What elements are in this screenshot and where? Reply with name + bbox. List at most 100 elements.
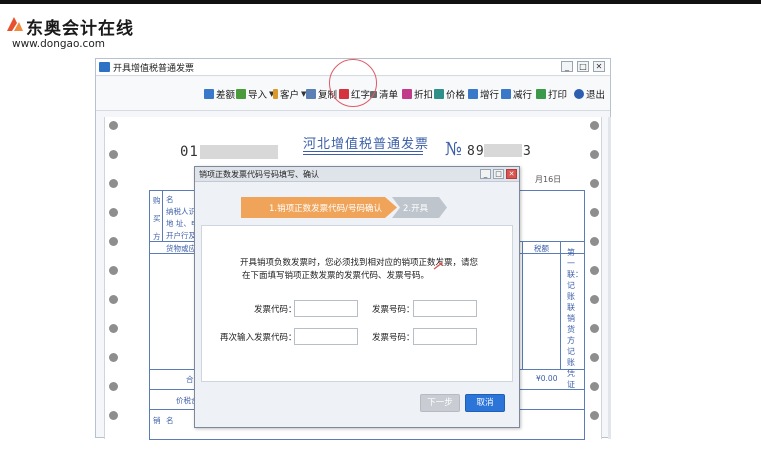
toolbar-label: 打印 <box>548 90 568 101</box>
price-icon <box>434 89 444 99</box>
exit-icon <box>574 89 584 99</box>
sprocket-hole <box>109 295 118 304</box>
toolbar-diff-button[interactable]: 差额 <box>204 85 235 103</box>
sprocket-hole <box>109 382 118 391</box>
sprocket-hole <box>590 237 599 246</box>
add-row-icon <box>468 89 478 99</box>
invoice-number-suffix: 3 <box>523 144 532 159</box>
toolbar-label: 差额 <box>216 90 236 101</box>
sprocket-hole <box>590 179 599 188</box>
title-underline <box>303 154 423 155</box>
invoice-number-input[interactable] <box>413 300 477 317</box>
title-underline <box>303 151 423 152</box>
sprocket-hole <box>109 353 118 362</box>
copy-side-note: 第一联：记账联 销货方记账凭证 <box>567 248 583 389</box>
sprocket-hole <box>590 266 599 275</box>
toolbar-label: 清单 <box>379 90 399 101</box>
dialog-minimize-button[interactable]: _ <box>480 169 491 179</box>
confirm-positive-invoice-dialog: 销项正数发票代码号码填写、确认 _ □ ✕ 1.销项正数发票代码/号码确认 2.… <box>194 166 520 428</box>
toolbar-label: 减行 <box>513 90 533 101</box>
form-divider <box>162 191 163 241</box>
app-icon <box>99 62 110 72</box>
sprocket-hole <box>109 179 118 188</box>
toolbar-label: 价格 <box>446 90 466 101</box>
invoice-code-input[interactable] <box>294 300 358 317</box>
toolbar-customer-button[interactable]: 客户 ▼ <box>273 85 306 103</box>
dialog-content-panel: 开具销项负数发票时，您必须找到相对应的销项正数发票，请您 在下面填写销项正数发票… <box>201 225 513 382</box>
toolbar-label: 折扣 <box>414 90 434 101</box>
seller-field-name: 名 <box>166 416 174 425</box>
dialog-maximize-button[interactable]: □ <box>493 169 504 179</box>
invoice-number-confirm-input[interactable] <box>413 328 477 345</box>
import-icon <box>236 89 246 99</box>
buyer-field-name: 名 <box>166 195 174 204</box>
sprocket-hole <box>109 266 118 275</box>
sprocket-hole <box>109 150 118 159</box>
toolbar-price-button[interactable]: 价格 <box>434 85 465 103</box>
sprocket-hole <box>590 382 599 391</box>
buyer-field-taxid: 纳税人识 <box>166 207 196 216</box>
invoice-code: 01 <box>180 144 199 160</box>
highlight-circle-annotation <box>329 59 377 107</box>
buyer-label: 购 <box>153 196 161 205</box>
brand-name: 东奥会计在线 <box>26 19 134 39</box>
toolbar-label: 退出 <box>586 90 606 101</box>
next-step-button[interactable]: 下一步 <box>420 394 460 412</box>
step-1-label: 1.销项正数发票代码/号码确认 <box>269 204 382 214</box>
seller-label: 销 <box>153 416 161 425</box>
total-label: 合 <box>186 375 194 384</box>
dongao-logo-icon <box>7 17 23 31</box>
copy-icon <box>306 89 316 99</box>
sprocket-hole <box>590 208 599 217</box>
dialog-close-button[interactable]: ✕ <box>506 169 517 179</box>
sprocket-hole <box>109 411 118 420</box>
sprocket-hole <box>590 121 599 130</box>
invoice-code-confirm-input[interactable] <box>294 328 358 345</box>
redacted-invoice-number <box>484 144 522 157</box>
cursor-arrow-icon <box>433 262 443 270</box>
sprocket-hole <box>590 353 599 362</box>
close-button[interactable]: ✕ <box>593 61 605 72</box>
maximize-button[interactable]: □ <box>577 61 589 72</box>
brand: 东奥会计在线 www.dongao.com <box>4 8 133 52</box>
invoice-code-confirm-label: 再次输入发票代码： <box>220 333 297 343</box>
toolbar-exit-button[interactable]: 退出 <box>574 85 605 103</box>
toolbar-label: 客户 <box>280 90 300 101</box>
toolbar-discount-button[interactable]: 折扣 <box>402 85 433 103</box>
print-icon <box>536 89 546 99</box>
vertical-scrollbar[interactable] <box>608 117 611 439</box>
sprocket-hole <box>109 324 118 333</box>
redacted-invoice-code <box>200 145 278 159</box>
form-divider <box>560 241 561 369</box>
sprocket-hole <box>109 237 118 246</box>
cancel-button[interactable]: 取消 <box>465 394 505 412</box>
total-amount: ¥0.00 <box>536 374 558 383</box>
diff-icon <box>204 89 214 99</box>
step-indicator: 1.销项正数发票代码/号码确认 2.开具 <box>241 197 447 218</box>
minimize-button[interactable]: _ <box>561 61 573 72</box>
invoice-number-label: 发票号码： <box>372 305 415 315</box>
sprocket-hole <box>109 121 118 130</box>
invoice-title: 河北增值税普通发票 <box>303 137 430 152</box>
buyer-label: 方 <box>153 232 161 241</box>
window-title: 开具增值税普通发票 <box>113 64 195 74</box>
step-2-label: 2.开具 <box>403 204 429 214</box>
instruction-line-2: 在下面填写销项正数发票的发票代码、发票号码。 <box>242 271 430 281</box>
invoice-code-label: 发票代码： <box>254 305 297 315</box>
invoice-number-symbol: № <box>445 139 463 160</box>
toolbar-remove-row-button[interactable]: 减行 <box>501 85 532 103</box>
toolbar-import-button[interactable]: 导入 ▼ <box>236 85 274 103</box>
brand-url: www.dongao.com <box>12 38 105 50</box>
toolbar-label: 增行 <box>480 90 500 101</box>
sprocket-hole <box>109 208 118 217</box>
form-divider <box>522 241 523 369</box>
customer-icon <box>273 89 278 99</box>
invoice-number-confirm-label: 发票号码： <box>372 333 415 343</box>
invoice-number: 89 <box>467 144 485 159</box>
toolbar-label: 导入 <box>248 90 268 101</box>
sprocket-hole <box>590 295 599 304</box>
toolbar-add-row-button[interactable]: 增行 <box>468 85 499 103</box>
buyer-label: 买 <box>153 214 161 223</box>
toolbar-print-button[interactable]: 打印 <box>536 85 567 103</box>
top-strip <box>0 0 761 4</box>
